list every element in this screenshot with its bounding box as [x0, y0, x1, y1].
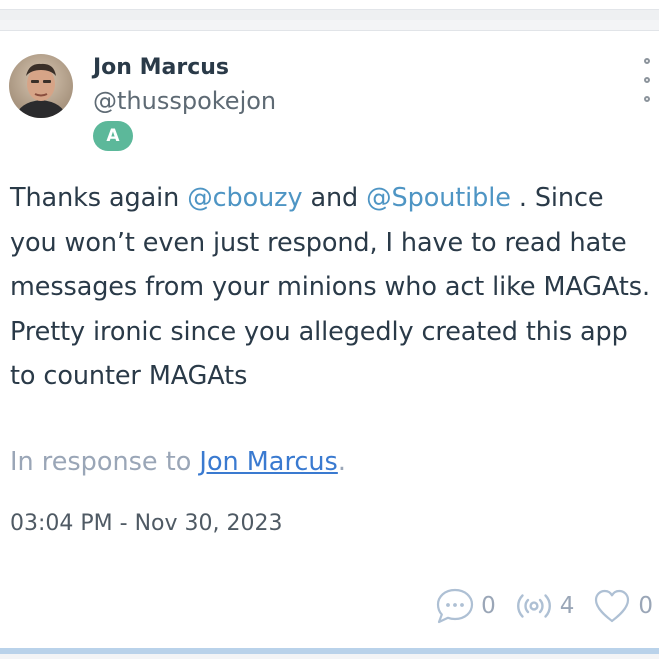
in-response-link[interactable]: Jon Marcus [199, 447, 337, 477]
heart-icon [592, 588, 632, 624]
post-body: Thanks again @cbouzy and @Spoutible . Si… [10, 176, 655, 399]
post-actions: 0 4 0 [417, 585, 653, 627]
post-timestamp[interactable]: 03:04 PM - Nov 30, 2023 [10, 511, 282, 536]
in-response-prefix: In response to [10, 447, 200, 477]
mention-cbouzy[interactable]: @cbouzy [187, 183, 302, 213]
more-dot-icon [644, 77, 650, 83]
post-text: Thanks again [10, 183, 188, 213]
author-badge: A [93, 121, 133, 151]
previous-card-bottom [0, 0, 659, 10]
in-response-suffix: . [337, 447, 346, 477]
reply-count: 0 [481, 593, 496, 619]
comment-bubble-icon [435, 587, 475, 625]
in-response-to: In response to Jon Marcus. [10, 447, 346, 477]
post-text: and [302, 183, 367, 213]
reply-button[interactable]: 0 [435, 587, 496, 625]
avatar[interactable] [9, 54, 73, 118]
post-text: . Since you won’t even just respond, I h… [10, 183, 650, 391]
author-display-name[interactable]: Jon Marcus [93, 55, 229, 80]
respout-count: 4 [559, 593, 575, 619]
broadcast-icon [514, 591, 554, 621]
more-options-button[interactable] [636, 58, 658, 102]
more-dot-icon [644, 96, 650, 102]
like-button[interactable]: 0 [592, 588, 653, 624]
like-count: 0 [638, 593, 653, 619]
more-dot-icon [644, 58, 650, 64]
respout-button[interactable]: 4 [514, 591, 575, 621]
card-divider [0, 648, 659, 654]
previous-post-edge [0, 0, 659, 20]
mention-spoutible[interactable]: @Spoutible [366, 183, 511, 213]
author-handle[interactable]: @thusspokejon [93, 87, 276, 115]
